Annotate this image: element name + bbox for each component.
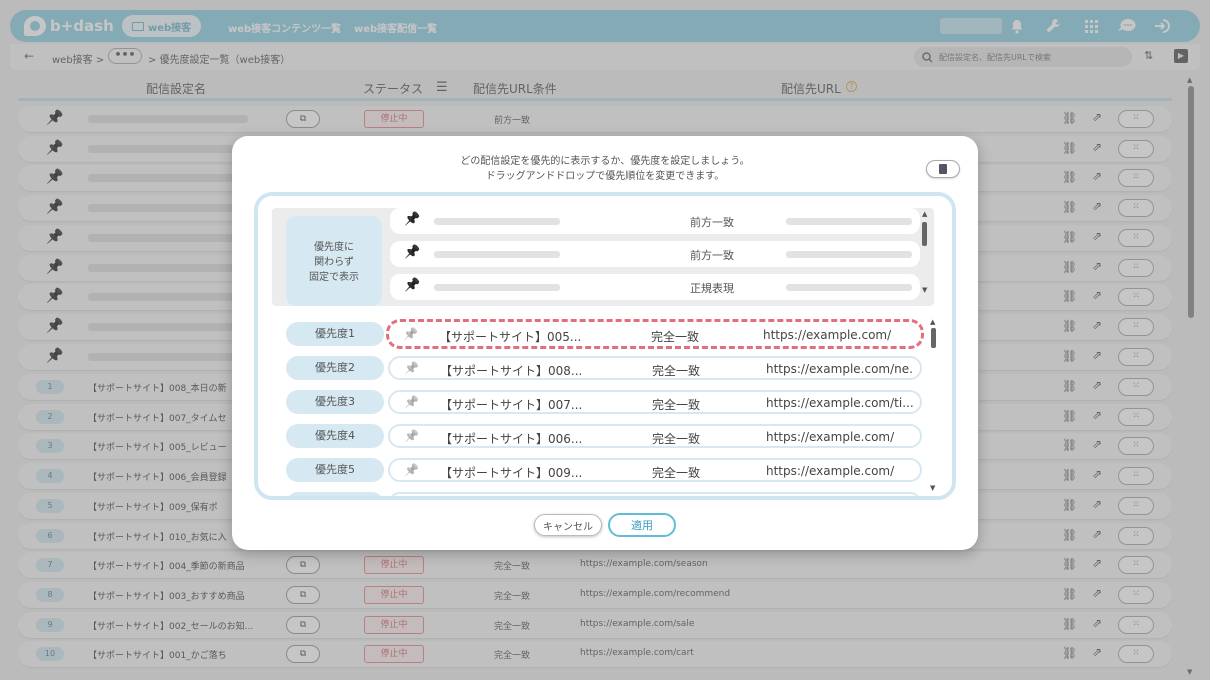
blurred-url — [786, 284, 912, 291]
priority-scroll-down-icon[interactable]: ▼ — [930, 484, 935, 492]
document-button[interactable] — [926, 160, 960, 178]
cancel-button[interactable]: キャンセル — [534, 514, 602, 536]
pin-outline-icon[interactable]: 📌 — [404, 429, 419, 443]
priority-row-name: 【サポートサイト】007... — [440, 398, 583, 412]
pin-outline-icon[interactable]: 📌 — [404, 463, 419, 477]
priority-row[interactable]: 📌 【サポートサイト】009... 完全一致 https://example.com/ — [388, 458, 922, 482]
blurred-name — [434, 251, 560, 258]
document-icon — [939, 164, 947, 174]
priority-row-partial[interactable] — [388, 492, 922, 496]
blurred-url — [786, 218, 912, 225]
fixed-scroll-up-icon[interactable]: ▲ — [922, 210, 927, 218]
blurred-name — [434, 218, 560, 225]
pin-icon[interactable]: 📌 — [404, 278, 420, 293]
modal-description-line2: ドラッグアンドドロップで優先順位を変更できます。 — [485, 171, 725, 182]
blurred-name — [434, 284, 560, 291]
fixed-row-match: 正規表現 — [690, 282, 734, 295]
blurred-url — [786, 251, 912, 258]
fixed-row[interactable]: 📌 前方一致 — [390, 208, 920, 234]
priority-scroll-up-icon[interactable]: ▲ — [930, 318, 935, 326]
modal-description: どの配信設定を優先的に表示するか、優先度を設定しましょう。 ドラッグアンドドロッ… — [232, 154, 978, 184]
fixed-scroll-thumb[interactable] — [922, 222, 927, 246]
apply-button[interactable]: 適用 — [608, 513, 676, 537]
fixed-row-match: 前方一致 — [690, 216, 734, 229]
priority-label: 優先度1 — [286, 322, 384, 346]
priority-row-match: 完全一致 — [652, 364, 701, 378]
priority-row-url: https://example.com/ti... — [766, 396, 914, 410]
priority-row-url: https://example.com/ — [766, 430, 895, 444]
fixed-row[interactable]: 📌 正規表現 — [390, 274, 920, 300]
priority-row[interactable]: 📌 【サポートサイト】007... 完全一致 https://example.com/… — [388, 390, 922, 414]
priority-label: 優先度4 — [286, 424, 384, 448]
priority-row-match: 完全一致 — [652, 432, 701, 446]
pin-icon[interactable]: 📌 — [404, 245, 420, 260]
priority-row-name: 【サポートサイト】005... — [439, 330, 582, 344]
priority-row-match: 完全一致 — [652, 398, 701, 412]
priority-row[interactable]: 📌 【サポートサイト】008... 完全一致 https://example.com/… — [388, 356, 922, 380]
priority-label: 優先度3 — [286, 390, 384, 414]
pin-outline-icon[interactable]: 📌 — [403, 327, 418, 341]
priority-label: 優先度5 — [286, 458, 384, 482]
fixed-row[interactable]: 📌 前方一致 — [390, 241, 920, 267]
priority-row[interactable]: 📌 【サポートサイト】006... 完全一致 https://example.com/ — [388, 424, 922, 448]
fixed-scroll-down-icon[interactable]: ▼ — [922, 286, 927, 294]
priority-modal: どの配信設定を優先的に表示するか、優先度を設定しましょう。 ドラッグアンドドロッ… — [232, 136, 978, 550]
priority-row-name: 【サポートサイト】006... — [440, 432, 583, 446]
priority-scroll-thumb[interactable] — [931, 328, 936, 348]
pin-icon[interactable]: 📌 — [404, 212, 420, 227]
priority-row-match: 完全一致 — [651, 330, 700, 344]
priority-row-url: https://example.com/ — [763, 328, 892, 342]
priority-row-match: 完全一致 — [652, 466, 701, 480]
priority-row-name: 【サポートサイト】008... — [440, 364, 583, 378]
fixed-row-match: 前方一致 — [690, 249, 734, 262]
fixed-display-label: 優先度に 関わらず 固定で表示 — [286, 216, 382, 306]
fixed-display-section: 優先度に 関わらず 固定で表示 📌 前方一致 📌 前方一致 📌 正規表現 ▲ ▼ — [272, 208, 934, 306]
priority-label-partial — [286, 492, 384, 496]
priority-label: 優先度2 — [286, 356, 384, 380]
priority-row-selected[interactable]: 📌 【サポートサイト】005... 完全一致 https://example.com/ — [386, 319, 924, 349]
priority-frame: 優先度に 関わらず 固定で表示 📌 前方一致 📌 前方一致 📌 正規表現 ▲ ▼ 優先度1… — [254, 192, 956, 500]
priority-row-url: https://example.com/ne... — [766, 362, 914, 376]
modal-description-line1: どの配信設定を優先的に表示するか、優先度を設定しましょう。 — [460, 156, 750, 167]
priority-row-url: https://example.com/ — [766, 464, 895, 478]
priority-row-name: 【サポートサイト】009... — [440, 466, 583, 480]
pin-outline-icon[interactable]: 📌 — [404, 361, 419, 375]
pin-outline-icon[interactable]: 📌 — [404, 395, 419, 409]
